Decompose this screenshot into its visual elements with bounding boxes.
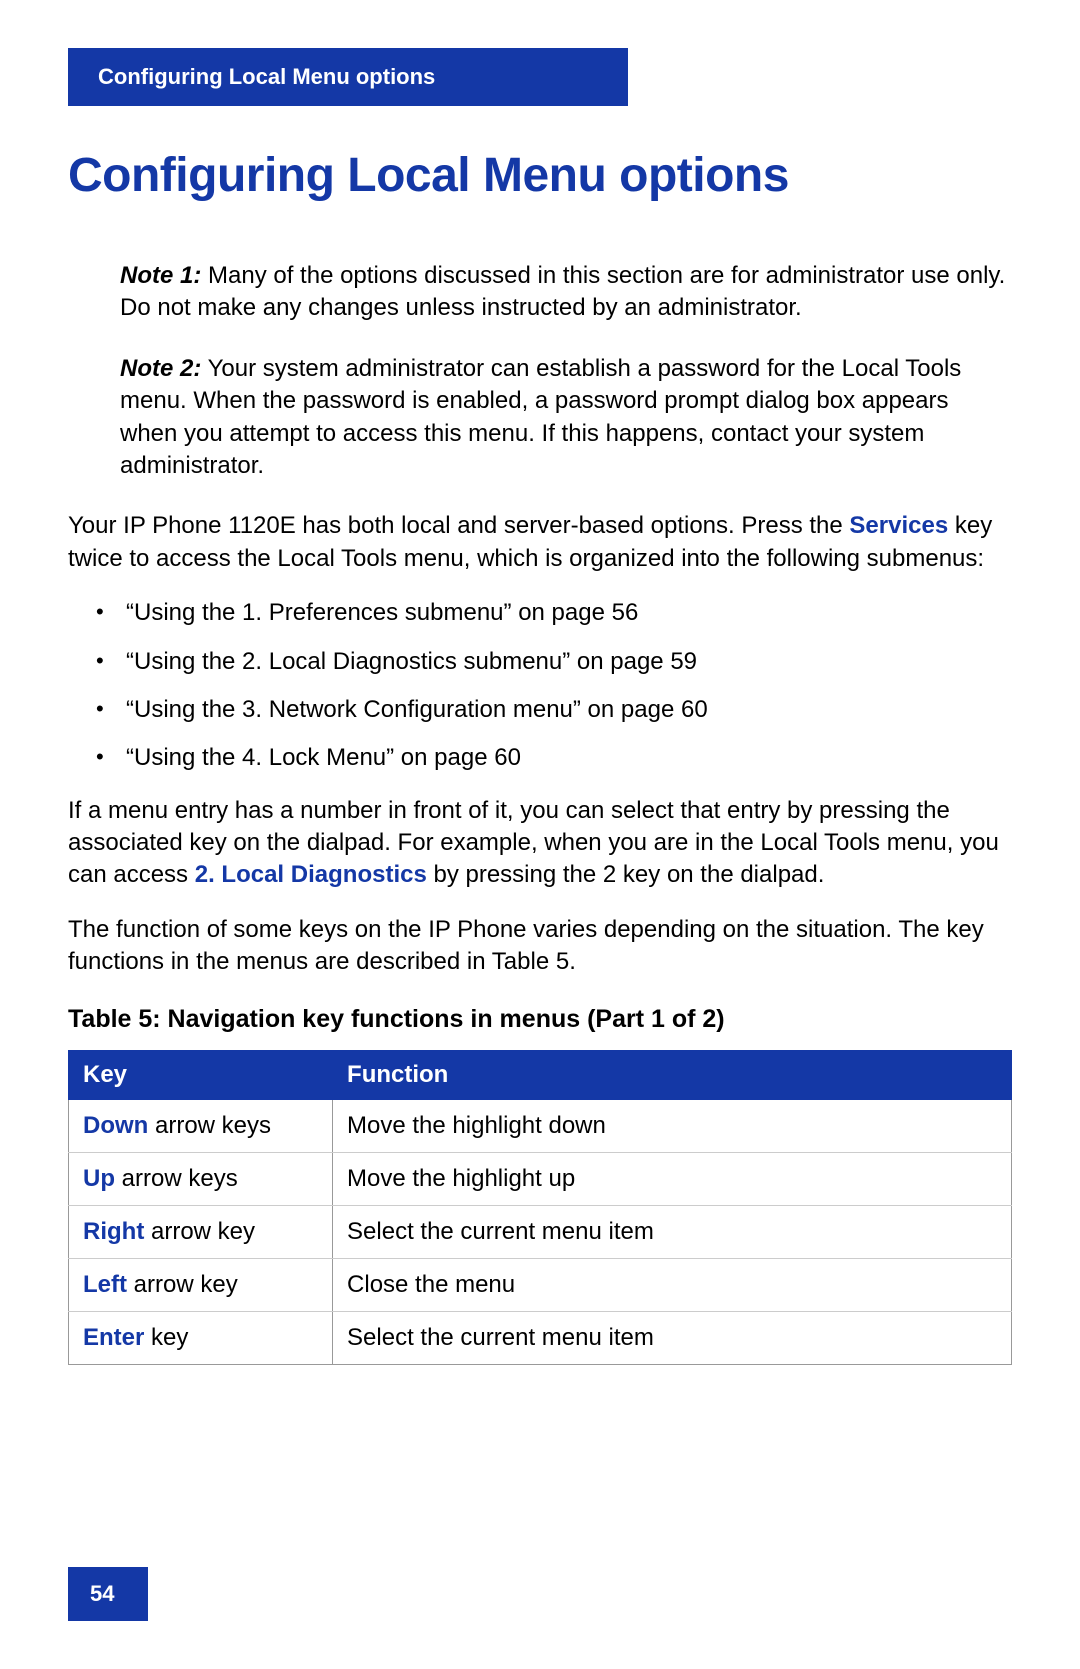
table-cell-function: Move the highlight up (333, 1152, 1012, 1205)
list-item: “Using the 3. Network Configuration menu… (96, 694, 1012, 726)
key-rest: arrow keys (148, 1112, 271, 1139)
table-cell-key: Right arrow key (69, 1205, 333, 1258)
key-rest: key (144, 1324, 188, 1351)
note-1-text: Many of the options discussed in this se… (120, 262, 1005, 321)
list-item: “Using the 1. Preferences submenu” on pa… (96, 597, 1012, 629)
table-cell-key: Left arrow key (69, 1258, 333, 1311)
note-2: Note 2: Your system administrator can es… (120, 353, 1012, 483)
function-paragraph: The function of some keys on the IP Phon… (68, 914, 1012, 979)
note-2-label: Note 2: (120, 355, 201, 382)
table-row: Down arrow keys Move the highlight down (69, 1099, 1012, 1152)
table-header-function: Function (333, 1050, 1012, 1099)
table-cell-key: Enter key (69, 1311, 333, 1364)
table-cell-function: Select the current menu item (333, 1311, 1012, 1364)
navigation-key-table: Key Function Down arrow keys Move the hi… (68, 1050, 1012, 1365)
table-header-row: Key Function (69, 1050, 1012, 1099)
table-cell-function: Select the current menu item (333, 1205, 1012, 1258)
page-content: Note 1: Many of the options discussed in… (68, 260, 1012, 1365)
key-name: Enter (83, 1324, 144, 1351)
table-row: Left arrow key Close the menu (69, 1258, 1012, 1311)
table-row: Up arrow keys Move the highlight up (69, 1152, 1012, 1205)
header-tab: Configuring Local Menu options (68, 48, 628, 106)
key-name: Down (83, 1112, 148, 1139)
table-row: Right arrow key Select the current menu … (69, 1205, 1012, 1258)
page-number: 54 (68, 1567, 148, 1621)
table-header-key: Key (69, 1050, 333, 1099)
submenu-list: “Using the 1. Preferences submenu” on pa… (96, 597, 1012, 775)
key-rest: arrow keys (115, 1165, 238, 1192)
key-name: Right (83, 1218, 144, 1245)
note-1: Note 1: Many of the options discussed in… (120, 260, 1012, 325)
key-name: Left (83, 1271, 127, 1298)
table-cell-key: Up arrow keys (69, 1152, 333, 1205)
intro-paragraph: Your IP Phone 1120E has both local and s… (68, 510, 1012, 575)
table-row: Enter key Select the current menu item (69, 1311, 1012, 1364)
dialpad-post: by pressing the 2 key on the dialpad. (427, 861, 825, 888)
key-rest: arrow key (127, 1271, 238, 1298)
list-item: “Using the 4. Lock Menu” on page 60 (96, 742, 1012, 774)
list-item: “Using the 2. Local Diagnostics submenu”… (96, 646, 1012, 678)
table-cell-function: Close the menu (333, 1258, 1012, 1311)
key-name: Up (83, 1165, 115, 1192)
page-title: Configuring Local Menu options (68, 148, 789, 203)
dialpad-paragraph: If a menu entry has a number in front of… (68, 795, 1012, 892)
table-cell-function: Move the highlight down (333, 1099, 1012, 1152)
key-rest: arrow key (144, 1218, 255, 1245)
services-keyword: Services (849, 512, 948, 539)
table-cell-key: Down arrow keys (69, 1099, 333, 1152)
local-diagnostics-keyword: 2. Local Diagnostics (195, 861, 427, 888)
intro-pre: Your IP Phone 1120E has both local and s… (68, 512, 849, 539)
note-1-label: Note 1: (120, 262, 201, 289)
header-tab-title: Configuring Local Menu options (98, 64, 435, 89)
table-title: Table 5: Navigation key functions in men… (68, 1005, 1012, 1034)
note-2-text: Your system administrator can establish … (120, 355, 961, 479)
